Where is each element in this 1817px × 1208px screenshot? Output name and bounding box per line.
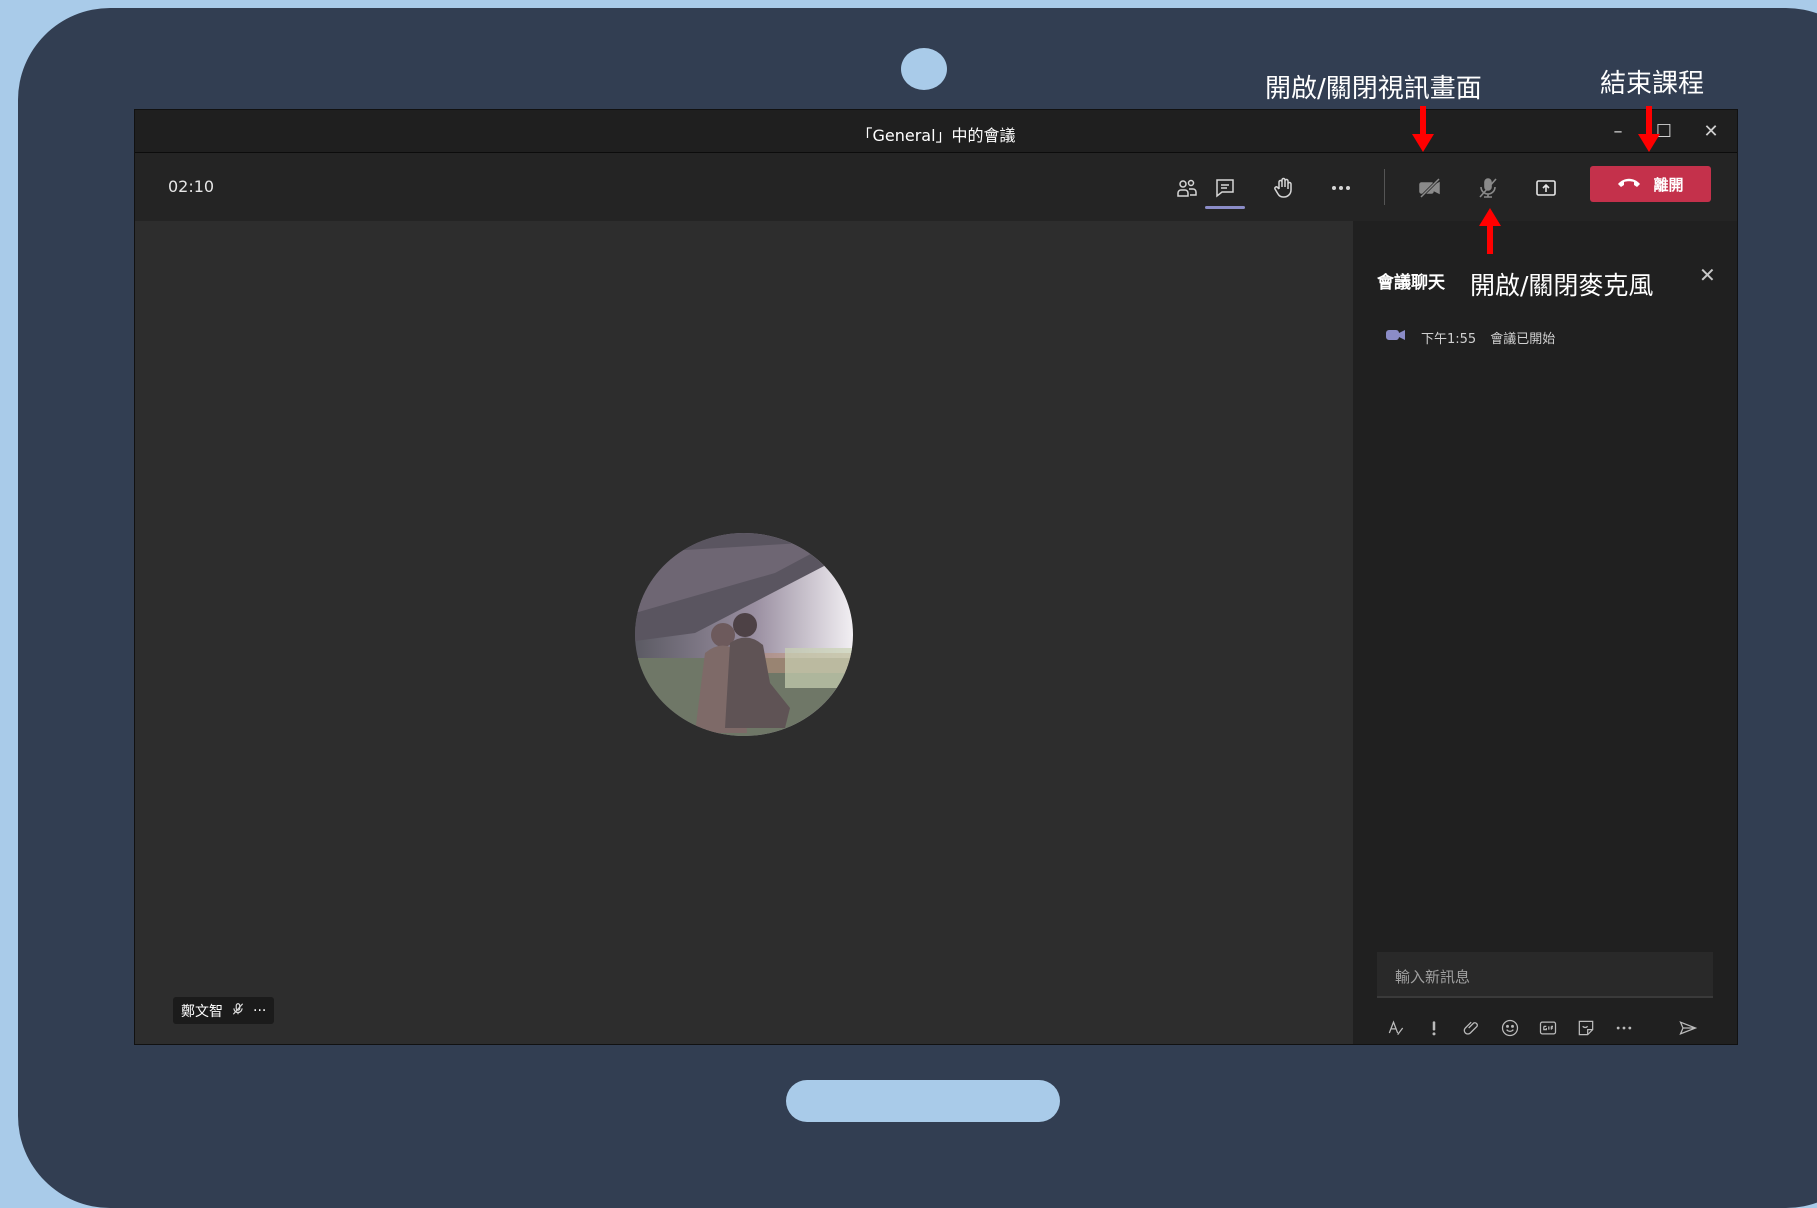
chat-panel-title: 會議聊天 [1377,273,1445,293]
meeting-timer: 02:10 [168,177,215,196]
camera-off-icon[interactable] [1411,169,1449,207]
meeting-video-icon [1385,327,1407,347]
meeting-chat-panel: 會議聊天 ✕ 下午1:55 會議已開始 輸入新訊息 [1353,221,1737,1044]
participant-more-button[interactable]: ··· [253,1003,266,1019]
format-icon[interactable] [1383,1015,1409,1041]
more-icon[interactable] [1322,169,1360,207]
chat-active-indicator [1205,206,1245,209]
participant-name: 鄭文智 [181,1003,223,1020]
annotation-end-class: 結束課程 [1600,69,1705,99]
title-bar: 「General」中的會議 – ☐ ✕ [135,110,1737,153]
participant-avatar [635,533,853,736]
compose-toolbar [1377,1013,1713,1043]
more-options-icon[interactable] [1611,1015,1637,1041]
sticker-icon[interactable] [1573,1015,1599,1041]
participant-name-tag: 鄭文智 ··· [173,997,275,1024]
leave-button[interactable]: 離開 [1590,166,1711,202]
system-message: 下午1:55 會議已開始 [1385,327,1555,347]
system-message-time: 下午1:55 [1421,331,1477,347]
emoji-icon[interactable] [1497,1015,1523,1041]
tablet-camera [901,48,947,90]
hang-up-icon [1617,175,1641,193]
window-title: 「General」中的會議 [856,126,1016,145]
chat-icon[interactable] [1206,169,1244,207]
raise-hand-icon[interactable] [1264,169,1302,207]
video-stage: 鄭文智 ··· [135,221,1353,1044]
annotation-video-toggle: 開啟/關閉視訊畫面 [1265,74,1482,104]
annotation-mic-toggle: 開啟/關閉麥克風 [1470,271,1654,300]
toolbar-divider [1384,169,1385,205]
mic-muted-icon [231,1002,245,1020]
send-icon[interactable] [1675,1015,1701,1041]
arrow-to-camera [1412,106,1434,152]
leave-label: 離開 [1653,175,1684,194]
important-icon[interactable] [1421,1015,1447,1041]
close-window-button[interactable]: ✕ [1696,118,1726,146]
arrow-to-leave [1638,106,1660,152]
attach-icon[interactable] [1459,1015,1485,1041]
system-message-text: 會議已開始 [1490,331,1556,347]
gif-icon[interactable] [1535,1015,1561,1041]
minimize-button[interactable]: – [1603,118,1633,146]
people-icon[interactable] [1168,169,1206,207]
arrow-to-mic [1479,208,1501,254]
message-compose-input[interactable]: 輸入新訊息 [1377,952,1713,998]
mic-off-icon[interactable] [1469,169,1507,207]
share-screen-icon[interactable] [1527,169,1565,207]
tablet-home-button [786,1080,1060,1122]
close-chat-icon[interactable]: ✕ [1699,263,1716,287]
